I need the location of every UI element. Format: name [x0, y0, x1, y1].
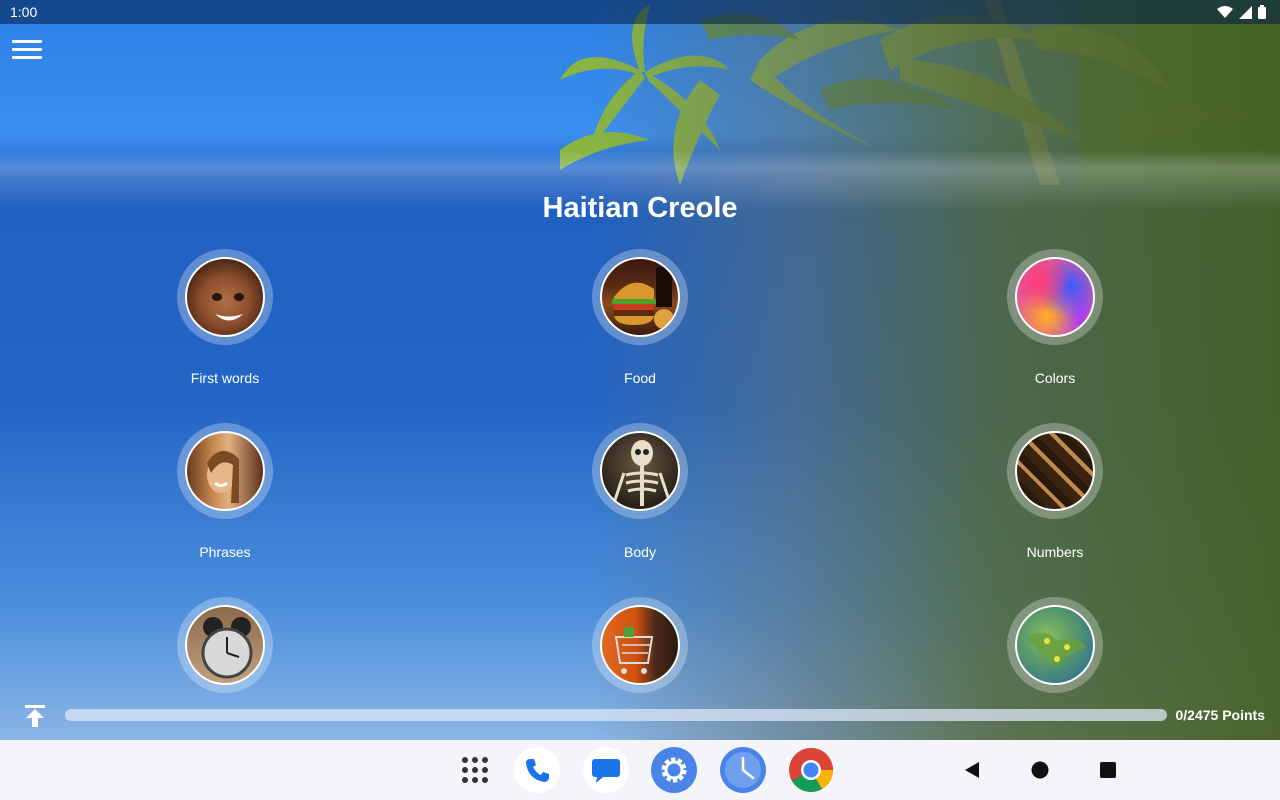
category-ring [1007, 597, 1103, 693]
category-ring [592, 249, 688, 345]
category-label: Body [624, 544, 656, 560]
phone-icon[interactable] [514, 747, 560, 793]
category-first-words[interactable]: First words [125, 249, 325, 399]
category-ring [1007, 423, 1103, 519]
number-blocks-photo [1015, 431, 1095, 511]
wifi-icon [1217, 5, 1233, 18]
category-time[interactable] [125, 597, 325, 747]
status-time: 1:00 [10, 4, 38, 20]
page-title: Haitian Creole [542, 192, 738, 224]
alarm-clock-photo [185, 605, 265, 685]
category-ring [1007, 249, 1103, 345]
category-label: Phrases [199, 544, 251, 560]
category-countries[interactable] [955, 597, 1155, 747]
points-counter: 0/2475 Points [1175, 707, 1266, 723]
child-face-photo [185, 257, 265, 337]
status-bar: 1:00 [0, 0, 1280, 24]
skeleton-photo [600, 431, 680, 511]
category-label: Food [624, 370, 656, 386]
home-icon[interactable] [1017, 747, 1063, 793]
chrome-icon[interactable] [788, 747, 834, 793]
category-ring [592, 597, 688, 693]
smiling-woman-photo [185, 431, 265, 511]
world-map-photo [1015, 605, 1095, 685]
shopping-cart-photo [600, 605, 680, 685]
back-icon[interactable] [949, 747, 995, 793]
burger-photo [600, 257, 680, 337]
category-colors[interactable]: Colors [955, 249, 1155, 399]
category-ring [592, 423, 688, 519]
category-label: Numbers [1026, 544, 1084, 560]
scroll-to-top-icon[interactable] [22, 703, 48, 729]
category-ring [177, 249, 273, 345]
settings-icon[interactable] [651, 747, 697, 793]
navigation-bar [0, 740, 1280, 800]
recents-icon[interactable] [1085, 747, 1131, 793]
points-progress-bar [65, 709, 1167, 721]
status-icons [1217, 5, 1266, 19]
color-powder-photo [1015, 257, 1095, 337]
category-body[interactable]: Body [540, 423, 740, 573]
category-food[interactable]: Food [540, 249, 740, 399]
category-ring [177, 597, 273, 693]
battery-icon [1258, 5, 1266, 19]
menu-icon[interactable] [12, 38, 42, 62]
category-label: First words [190, 370, 260, 386]
category-ring [177, 423, 273, 519]
category-shopping[interactable] [540, 597, 740, 747]
category-numbers[interactable]: Numbers [955, 423, 1155, 573]
messages-icon[interactable] [583, 747, 629, 793]
apps-grid-icon[interactable] [452, 747, 498, 793]
category-label: Colors [1034, 370, 1076, 386]
clock-icon[interactable] [720, 747, 766, 793]
category-phrases[interactable]: Phrases [125, 423, 325, 573]
signal-icon [1239, 5, 1252, 19]
